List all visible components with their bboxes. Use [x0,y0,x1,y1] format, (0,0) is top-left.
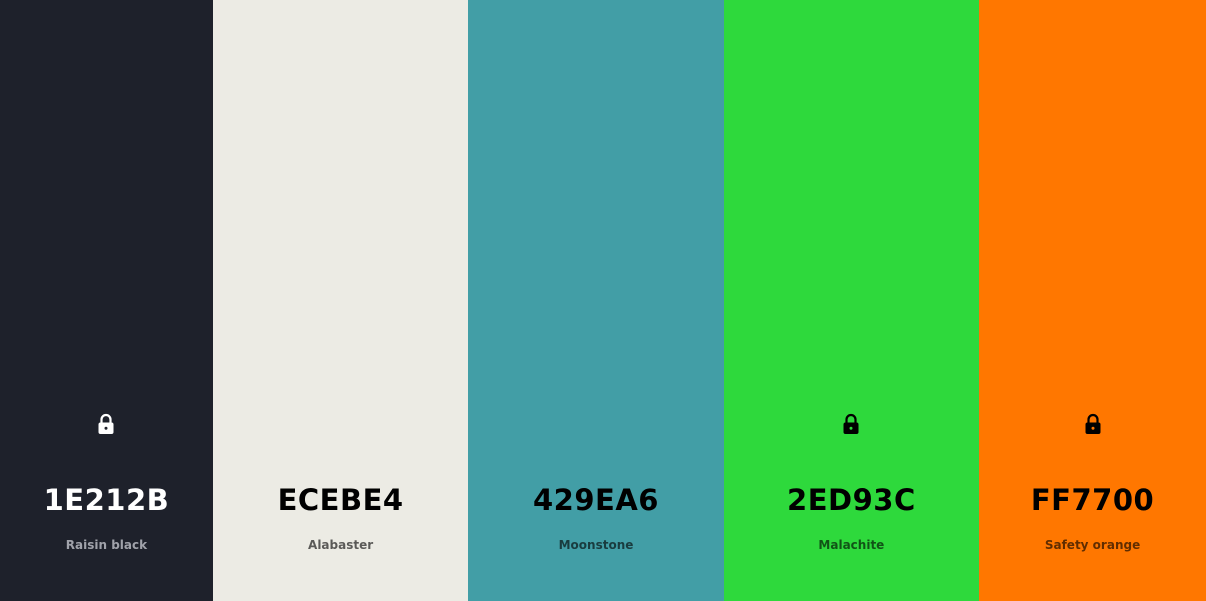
color-name: Malachite [818,538,885,552]
color-name: Moonstone [558,538,634,552]
color-name: Raisin black [65,538,148,552]
lock-icon[interactable] [97,413,115,435]
color-palette: 1E212B Raisin black ECEBE4 Alabaster 429… [0,0,1206,601]
lock-icon[interactable] [1084,413,1102,435]
color-swatch-moonstone[interactable]: 429EA6 Moonstone [468,0,724,601]
hex-code[interactable]: FF7700 [979,481,1206,519]
color-name: Safety orange [1044,538,1141,552]
hex-code[interactable]: ECEBE4 [213,481,468,519]
color-name: Alabaster [308,538,374,552]
color-swatch-malachite[interactable]: 2ED93C Malachite [723,0,980,601]
color-swatch-alabaster[interactable]: ECEBE4 Alabaster [212,0,469,601]
color-swatch-safety-orange[interactable]: FF7700 Safety orange [979,0,1206,601]
hex-code[interactable]: 1E212B [0,481,213,519]
lock-icon[interactable] [842,413,860,435]
color-swatch-raisin-black[interactable]: 1E212B Raisin black [0,0,213,601]
hex-code[interactable]: 2ED93C [724,481,979,519]
hex-code[interactable]: 429EA6 [468,481,723,519]
